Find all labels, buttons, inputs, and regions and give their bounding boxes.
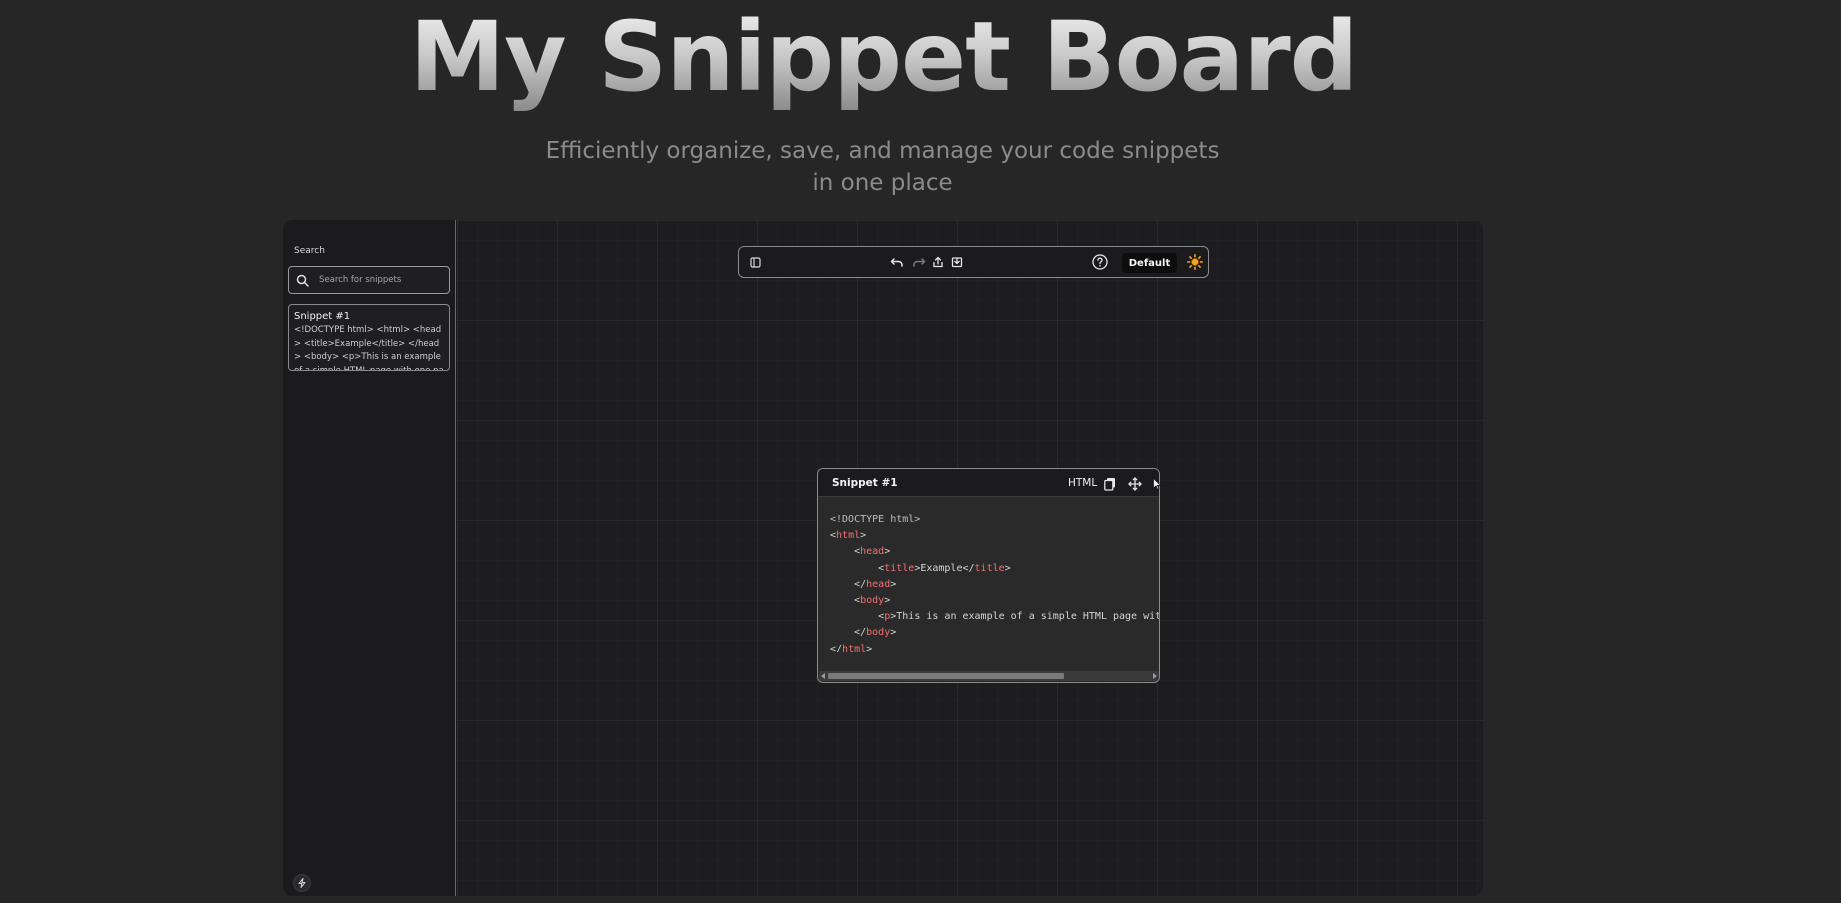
code-line: <p>This is an example of a simple HTML p… (830, 609, 1159, 625)
code-text: > (890, 627, 897, 639)
code-tag-name: body (860, 595, 885, 607)
search-input[interactable] (319, 272, 443, 288)
code-text: <!DOCTYPE html> (830, 514, 921, 525)
code-text: </ (830, 643, 843, 652)
snippet-canvas[interactable]: Default Snippet #1 HTML <!DOCTYPE html> … (457, 220, 1483, 896)
move-handle[interactable] (1128, 476, 1142, 491)
bolt-button[interactable] (293, 874, 311, 892)
code-line: <title>Example</title> (830, 561, 1159, 577)
scrollbar-thumb[interactable] (828, 673, 1064, 679)
page-title: My Snippet Board (0, 2, 1767, 112)
search-label: Search (294, 246, 325, 256)
bolt-icon (298, 878, 306, 888)
horizontal-scrollbar[interactable] (819, 671, 1159, 681)
code-text: </ (854, 627, 867, 639)
sun-icon (1187, 254, 1203, 270)
help-button[interactable] (1090, 247, 1110, 277)
code-tag-name: head (860, 546, 885, 558)
snippet-window-title: Snippet #1 (832, 477, 898, 489)
code-tag-name: title (884, 562, 915, 574)
move-icon (1128, 477, 1142, 491)
snippet-list-item-preview: <!DOCTYPE html> <html> <head> <title>Exa… (294, 325, 444, 371)
snippet-list-item[interactable]: Snippet #1 <!DOCTYPE html> <html> <head>… (288, 304, 450, 371)
undo-icon (890, 258, 903, 267)
code-tag-name: body (866, 627, 891, 639)
code-text: > (884, 546, 891, 558)
code-text: </ (854, 578, 867, 590)
code-line: </body> (830, 625, 1159, 641)
import-icon (951, 257, 963, 268)
code-text: > (1004, 562, 1011, 574)
export-button[interactable] (929, 247, 947, 277)
code-text: > (884, 595, 891, 607)
code-line: </html> (830, 642, 1159, 652)
code-tag-name: title (974, 562, 1005, 574)
scroll-right-icon (1153, 673, 1157, 679)
import-button[interactable] (948, 247, 966, 277)
page-subtitle: Efficiently organize, save, and manage y… (545, 138, 1220, 196)
code-text: > (866, 643, 873, 652)
snippet-window-header[interactable]: Snippet #1 HTML (818, 469, 1159, 497)
code-line: <!DOCTYPE html> (830, 512, 1159, 528)
code-text: > (860, 530, 867, 542)
sidebar: Search Snippet #1 <!DOCTYPE html> <html>… (283, 220, 456, 896)
snippet-language-label[interactable]: HTML (1068, 477, 1097, 489)
snippet-list-item-title: Snippet #1 (294, 311, 351, 322)
search-box[interactable] (288, 266, 450, 294)
code-tag-name: head (866, 578, 891, 590)
code-line: </head> (830, 577, 1159, 593)
code-editor[interactable]: <!DOCTYPE html> <html> <head> <title>Exam… (830, 512, 1159, 652)
code-line: <body> (830, 593, 1159, 609)
help-icon (1092, 254, 1108, 270)
search-icon (296, 274, 309, 287)
code-text: >Example</ (914, 562, 975, 574)
export-icon (933, 256, 943, 268)
code-text: >This is an example of a simple HTML pag… (890, 611, 1159, 623)
snippet-window[interactable]: Snippet #1 HTML <!DOCTYPE html> <html> <… (817, 468, 1160, 683)
code-line: <head> (830, 544, 1159, 560)
code-tag-name: html (842, 643, 867, 652)
snippet-board-app: Search Snippet #1 <!DOCTYPE html> <html>… (283, 220, 1483, 896)
undo-button[interactable] (887, 247, 907, 277)
theme-toggle-button[interactable] (1185, 247, 1205, 277)
toolbar: Default (738, 246, 1209, 278)
sidebar-toggle-button[interactable] (745, 247, 765, 277)
redo-button[interactable] (909, 247, 929, 277)
copy-button[interactable] (1103, 476, 1117, 491)
scroll-left-icon (821, 673, 825, 679)
redo-icon (913, 258, 926, 267)
sidebar-toggle-icon (749, 256, 761, 268)
code-line: <html> (830, 528, 1159, 544)
mouse-cursor-icon (1153, 478, 1161, 490)
copy-icon (1104, 478, 1115, 491)
code-tag-name: html (836, 530, 861, 542)
code-text: > (890, 578, 897, 590)
theme-select-button[interactable]: Default (1122, 253, 1177, 273)
